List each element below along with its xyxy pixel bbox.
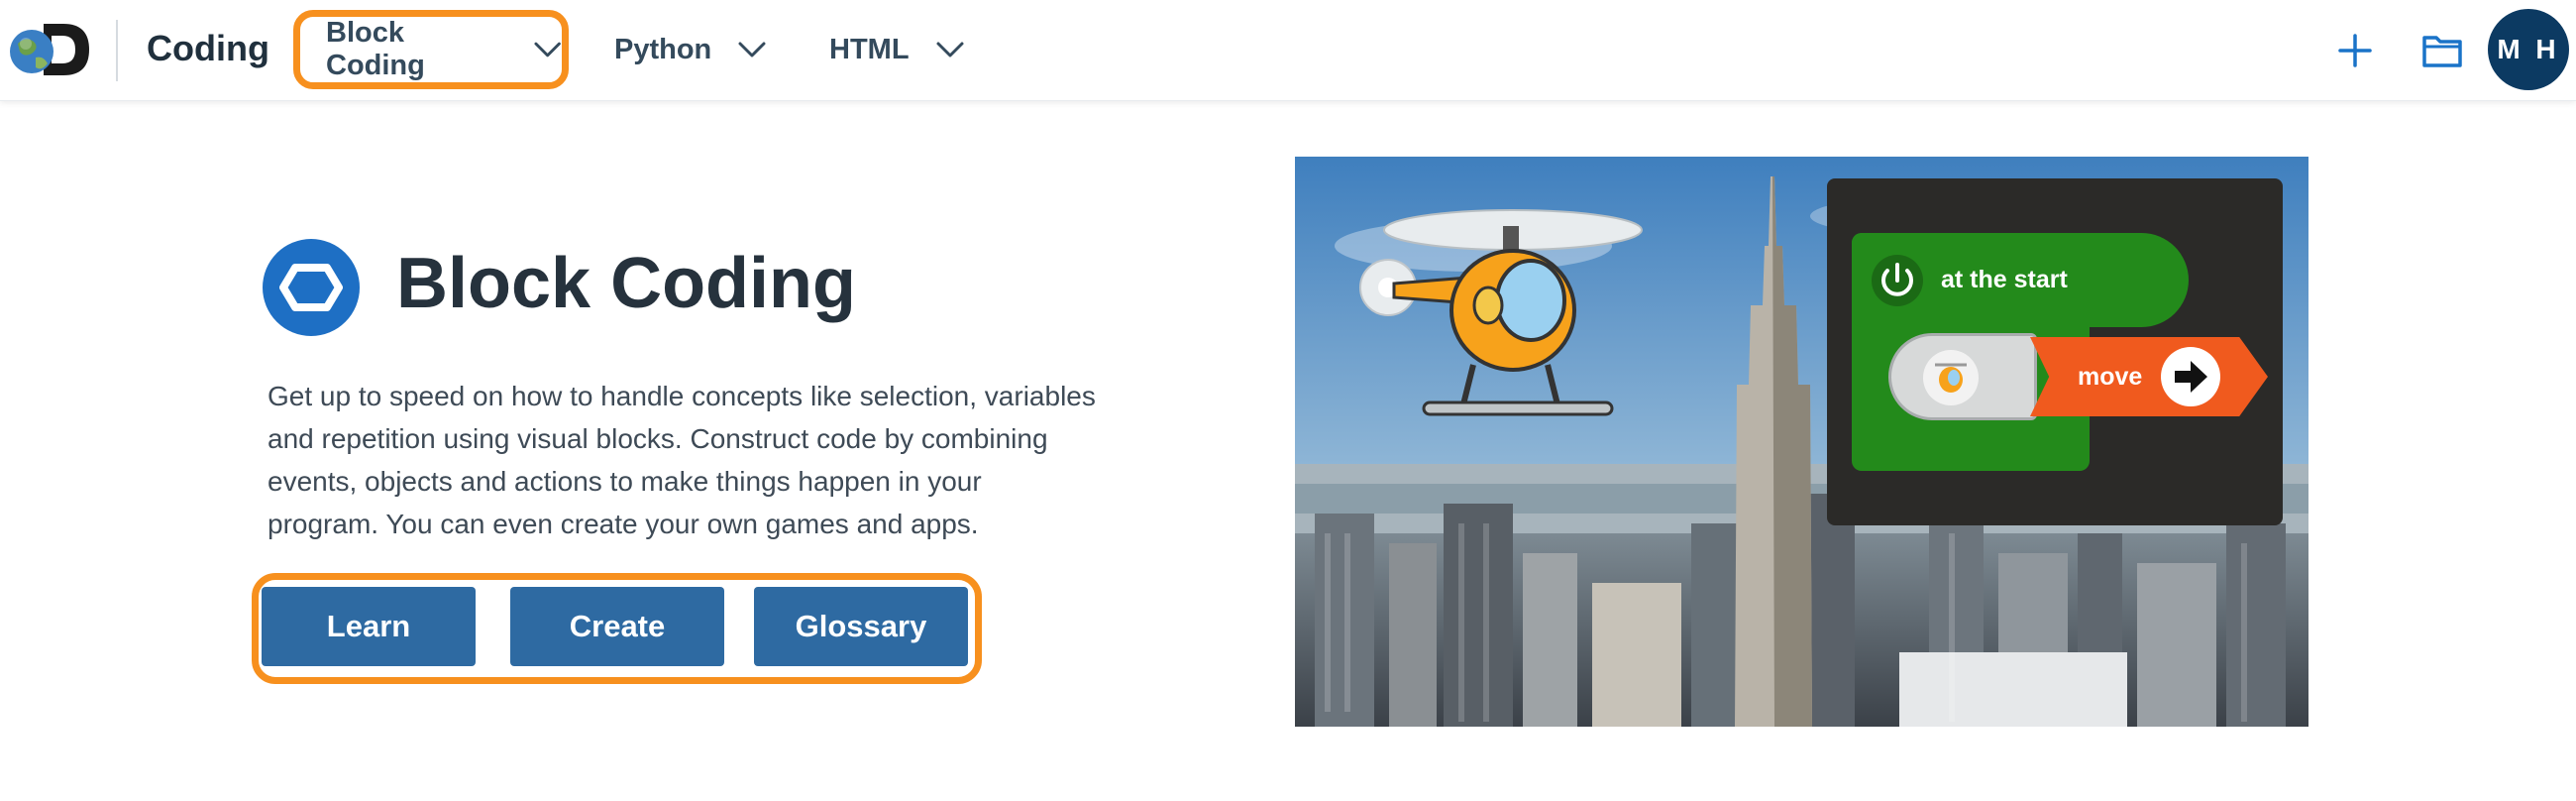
helicopter-sprite (1359, 209, 1643, 416)
top-nav-bar: Coding Block Coding Python HTML M H (0, 0, 2576, 101)
power-icon (1872, 254, 1923, 306)
logo-divider (116, 20, 118, 81)
action-block-label: move (2078, 362, 2143, 391)
object-block (1888, 333, 2037, 420)
app-title[interactable]: Coding (147, 28, 269, 69)
helicopter-thumbnail-icon (1923, 350, 1979, 405)
discovery-logo[interactable] (6, 18, 93, 81)
code-block-panel: at the start move (1827, 178, 2283, 525)
action-block: move (2030, 337, 2268, 416)
nav-block-coding[interactable]: Block Coding (293, 10, 569, 89)
nav-html[interactable]: HTML (829, 10, 965, 89)
block-coding-icon (263, 239, 360, 336)
page-title: Block Coding (396, 244, 856, 323)
plus-icon[interactable] (2332, 28, 2378, 73)
action-button-group: Learn Create Glossary (252, 573, 982, 684)
chevron-down-icon (936, 42, 964, 57)
event-block-label: at the start (1941, 266, 2068, 293)
chevron-down-icon (738, 42, 766, 57)
hero-illustration: at the start move (1295, 157, 2308, 727)
learn-button[interactable]: Learn (262, 587, 476, 666)
nav-python-label: Python (614, 33, 712, 65)
arrow-right-icon (2161, 347, 2221, 406)
page-description: Get up to speed on how to handle concept… (268, 381, 1096, 539)
glossary-button[interactable]: Glossary (754, 587, 968, 666)
nav-html-label: HTML (829, 33, 910, 65)
create-button[interactable]: Create (510, 587, 724, 666)
nav-python[interactable]: Python (614, 10, 767, 89)
nav-block-coding-label: Block Coding (326, 17, 425, 81)
chevron-down-icon (534, 42, 561, 57)
folder-icon[interactable] (2419, 28, 2465, 73)
event-block: at the start (1852, 233, 2189, 327)
user-avatar[interactable]: M H (2488, 9, 2569, 90)
